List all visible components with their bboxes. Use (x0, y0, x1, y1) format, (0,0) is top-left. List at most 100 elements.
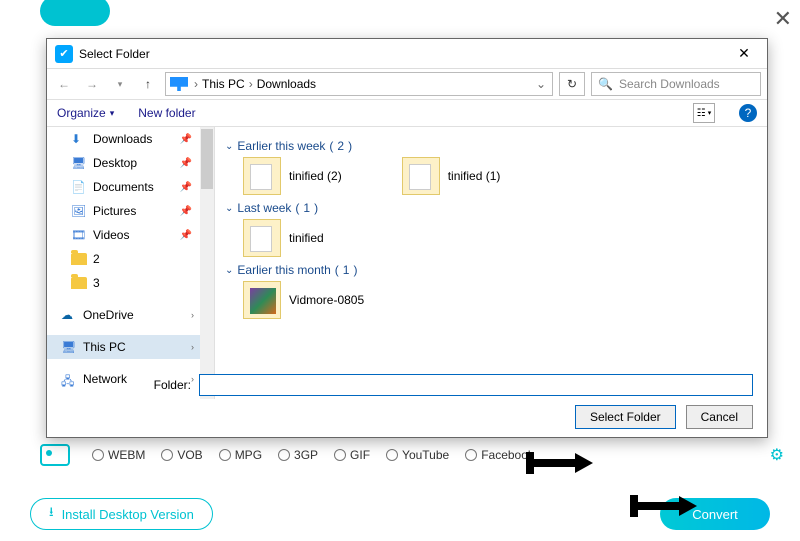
folder-thumb-icon (243, 219, 281, 257)
sidebar-item-label: OneDrive (83, 308, 134, 322)
expand-icon[interactable]: › (191, 310, 194, 320)
nav-row: ← → ▾ ↑ › This PC › Downloads ⌄ ↻ 🔍 Sear… (47, 69, 767, 99)
dialog-titlebar: ✔ Select Folder ✕ (47, 39, 767, 69)
format-label: YouTube (402, 448, 449, 462)
install-label: Install Desktop Version (62, 507, 194, 522)
search-placeholder: Search Downloads (619, 77, 720, 91)
organize-menu[interactable]: Organize ▾ (57, 106, 114, 120)
sidebar-item-label: Downloads (93, 132, 152, 146)
view-options-button[interactable]: ☷▾ (693, 103, 715, 123)
format-bar: WEBM VOB MPG 3GP GIF YouTube Facebook (40, 440, 790, 470)
group-header-earlier-this-week[interactable]: ⌄Earlier this week (2) (225, 139, 757, 153)
page-close-icon[interactable]: ✕ (774, 6, 792, 32)
sidebar-item-label: Documents (93, 180, 154, 194)
search-icon: 🔍 (598, 77, 613, 91)
expand-icon[interactable]: › (191, 342, 194, 352)
group-count: 1 (343, 263, 350, 277)
dialog-close-button[interactable]: ✕ (729, 45, 759, 62)
onedrive-icon: ☁ (61, 308, 77, 322)
sidebar-item-documents[interactable]: 📄 Documents 📌 (47, 175, 214, 199)
nav-up-button[interactable]: ↑ (137, 73, 159, 95)
format-label: 3GP (294, 448, 318, 462)
address-dropdown-icon[interactable]: ⌄ (534, 77, 548, 91)
address-bar[interactable]: › This PC › Downloads ⌄ (165, 72, 553, 96)
sidebar-item-folder-3[interactable]: 3 (47, 271, 214, 295)
folder-item[interactable]: Vidmore-0805 (243, 281, 364, 319)
new-folder-button[interactable]: New folder (138, 106, 195, 120)
group-count: 1 (303, 201, 310, 215)
folder-thumb-icon (243, 281, 281, 319)
item-label: Vidmore-0805 (289, 293, 364, 307)
chevron-down-icon: ▾ (110, 108, 115, 119)
organize-label: Organize (57, 106, 106, 120)
chevron-right-icon: › (247, 77, 255, 91)
pin-icon: 📌 (180, 158, 192, 169)
format-3gp[interactable]: 3GP (278, 448, 318, 462)
chevron-down-icon: ⌄ (225, 141, 233, 152)
sidebar-item-label: This PC (83, 340, 126, 354)
folder-thumb-icon (402, 157, 440, 195)
search-input[interactable]: 🔍 Search Downloads (591, 72, 761, 96)
sidebar-item-label: Pictures (93, 204, 136, 218)
pin-icon: 📌 (180, 206, 192, 217)
sidebar-item-pictures[interactable]: 🖼 Pictures 📌 (47, 199, 214, 223)
format-youtube[interactable]: YouTube (386, 448, 449, 462)
help-button[interactable]: ? (739, 104, 757, 122)
group-title: Last week (237, 201, 291, 215)
sidebar-item-thispc[interactable]: ›🖥This PC (47, 335, 214, 359)
sidebar-item-label: 3 (93, 276, 100, 290)
group-header-earlier-this-month[interactable]: ⌄Earlier this month (1) (225, 263, 757, 277)
group-count: 2 (337, 139, 344, 153)
nav-sidebar: ⬇ Downloads 📌 🖥Desktop📌 📄 Documents 📌 🖼 Pictu… (47, 127, 215, 399)
install-desktop-button[interactable]: ⭳ Install Desktop Version (30, 498, 213, 530)
sidebar-item-videos[interactable]: 🎞 Videos 📌 (47, 223, 214, 247)
desktop-icon: 🖥 (71, 156, 87, 170)
group-header-last-week[interactable]: ⌄Last week (1) (225, 201, 757, 215)
videos-icon: 🎞 (71, 228, 87, 242)
format-label: WEBM (108, 448, 145, 462)
documents-icon: 📄 (71, 180, 87, 194)
select-folder-button[interactable]: Select Folder (575, 405, 676, 429)
path-folder: Downloads (257, 77, 316, 91)
sidebar-item-onedrive[interactable]: › ☁ OneDrive (47, 303, 214, 327)
pin-icon: 📌 (180, 182, 192, 193)
folder-name-input[interactable] (199, 374, 753, 396)
format-facebook[interactable]: Facebook (465, 448, 534, 462)
chevron-down-icon: ⌄ (225, 265, 233, 276)
nav-recent-dropdown[interactable]: ▾ (109, 73, 131, 95)
refresh-button[interactable]: ↻ (559, 72, 585, 96)
sidebar-item-downloads[interactable]: ⬇ Downloads 📌 (47, 127, 214, 151)
nav-back-button[interactable]: ← (53, 73, 75, 95)
format-mpg[interactable]: MPG (219, 448, 262, 462)
download-icon: ⬇ (71, 132, 87, 146)
format-gif[interactable]: GIF (334, 448, 370, 462)
annotation-arrow-select-folder (526, 452, 593, 474)
format-webm[interactable]: WEBM (92, 448, 145, 462)
folder-item[interactable]: tinified (243, 219, 324, 257)
background-pill (40, 0, 110, 26)
group-title: Earlier this month (237, 263, 330, 277)
folder-thumb-icon (243, 157, 281, 195)
dialog-title: Select Folder (79, 47, 150, 61)
folder-icon (71, 253, 87, 265)
format-label: GIF (350, 448, 370, 462)
pin-icon: 📌 (180, 230, 192, 241)
format-vob[interactable]: VOB (161, 448, 202, 462)
dialog-toolbar: Organize ▾ New folder ☷▾ ? (47, 99, 767, 127)
sidebar-scrollbar[interactable] (200, 127, 214, 399)
sidebar-item-folder-2[interactable]: 2 (47, 247, 214, 271)
item-label: tinified (2) (289, 169, 342, 183)
sidebar-item-desktop[interactable]: 🖥Desktop📌 (47, 151, 214, 175)
thispc-icon (170, 77, 188, 91)
chevron-right-icon: › (192, 77, 200, 91)
format-preview-icon (40, 444, 70, 466)
sidebar-item-label: Videos (93, 228, 129, 242)
folder-item[interactable]: tinified (1) (402, 157, 501, 195)
cancel-button[interactable]: Cancel (686, 405, 753, 429)
item-label: tinified (1) (448, 169, 501, 183)
download-icon: ⭳ (49, 503, 54, 525)
folder-item[interactable]: tinified (2) (243, 157, 342, 195)
pin-icon: 📌 (180, 134, 192, 145)
format-label: MPG (235, 448, 262, 462)
pictures-icon: 🖼 (71, 204, 87, 218)
